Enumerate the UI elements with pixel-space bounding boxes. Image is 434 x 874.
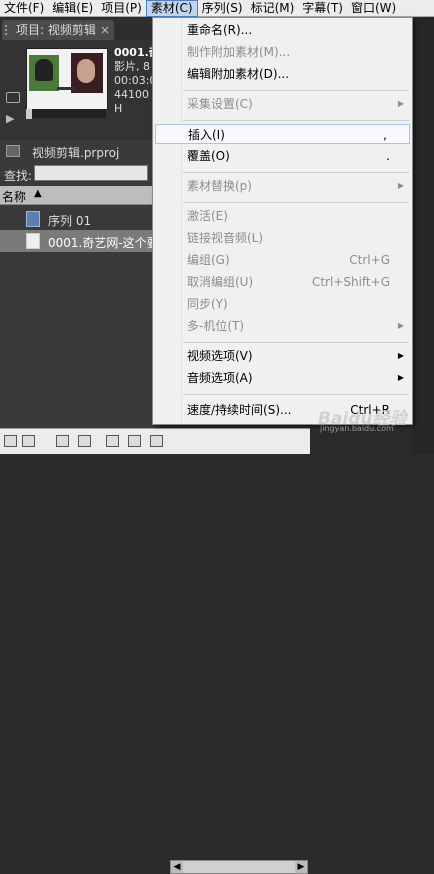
menu-item-label: 采集设置(C): [187, 97, 253, 111]
menu-bar: 文件(F) 编辑(E) 项目(P) 素材(C) 序列(S) 标记(M) 字幕(T…: [0, 0, 434, 17]
menu-item-label: 素材替换(p): [187, 179, 252, 193]
grip-icon[interactable]: [5, 25, 13, 35]
menu-separator: [183, 120, 409, 121]
menu-clip[interactable]: 素材(C): [145, 0, 198, 17]
list-item-label: 序列 01: [48, 214, 92, 228]
preview-scrubber[interactable]: [26, 109, 106, 119]
icon-view-icon[interactable]: [22, 435, 35, 447]
horizontal-scrollbar[interactable]: ◀ ▶: [170, 860, 308, 874]
list-view-icon[interactable]: [4, 435, 17, 447]
triangle-right-icon: ▶: [397, 321, 404, 330]
project-tab-title: 项目: 视频剪辑: [16, 23, 96, 37]
project-file-icon: [6, 145, 20, 157]
new-item-icon[interactable]: [128, 435, 141, 447]
project-panel: 项目: 视频剪辑 × ▶ 0001.奇 影片, 8 00:03:0 44100 …: [0, 18, 160, 454]
list-item[interactable]: 序列 01: [0, 208, 160, 230]
find-row: 查找:: [0, 164, 160, 184]
menu-separator: [183, 90, 409, 91]
project-file-row: 视频剪辑.prproj: [0, 142, 160, 162]
menu-file[interactable]: 文件(F): [0, 0, 48, 17]
menu-item-make-subclip[interactable]: 制作附加素材(M)...: [153, 42, 412, 62]
menu-item-label: 编辑附加素材(D)...: [187, 67, 290, 81]
triangle-right-icon: ▶: [397, 181, 404, 190]
menu-sequence[interactable]: 序列(S): [198, 0, 247, 17]
clip-thumbnail: [26, 48, 108, 110]
menu-item-label: 重命名(R)...: [187, 23, 253, 37]
menu-separator: [183, 394, 409, 395]
menu-item-capture-settings[interactable]: 采集设置(C) ▶: [153, 94, 412, 114]
menu-item-label: 编组(G): [187, 253, 230, 267]
clip-preview: ▶ 0001.奇 影片, 8 00:03:0 44100 H: [0, 40, 160, 140]
menu-item-audio-options[interactable]: 音频选项(A) ▶: [153, 368, 412, 388]
menu-project[interactable]: 项目(P): [97, 0, 146, 17]
name-column-header[interactable]: 名称: [2, 188, 26, 205]
menu-item-video-options[interactable]: 视频选项(V) ▶: [153, 346, 412, 366]
list-item[interactable]: 0001.奇艺网-这个要: [0, 230, 160, 252]
sequence-icon: [26, 211, 40, 227]
play-icon[interactable]: ▶: [6, 112, 14, 125]
poster-frame-icon[interactable]: [6, 92, 20, 103]
find-icon[interactable]: [78, 435, 91, 447]
new-bin-icon[interactable]: [106, 435, 119, 447]
menu-title[interactable]: 字幕(T): [298, 0, 347, 17]
menu-marker[interactable]: 标记(M): [247, 0, 299, 17]
menu-item-replace-footage[interactable]: 素材替换(p) ▶: [153, 176, 412, 196]
list-item-label: 0001.奇艺网-这个要: [48, 236, 159, 250]
menu-item-link[interactable]: 链接视音频(L): [153, 228, 412, 248]
menu-item-label: 链接视音频(L): [187, 231, 264, 245]
menu-item-label: 覆盖(O): [187, 149, 230, 163]
triangle-right-icon: ▶: [397, 351, 404, 360]
find-input[interactable]: [34, 165, 148, 181]
menu-item-label: 多-机位(T): [187, 319, 245, 333]
sort-ascending-icon: ▲: [34, 188, 42, 199]
menu-item-label: 音频选项(A): [187, 371, 253, 385]
menu-separator: [183, 342, 409, 343]
speaker-icon: [26, 233, 40, 249]
menu-item-label: 视频选项(V): [187, 349, 253, 363]
automate-to-sequence-icon[interactable]: [56, 435, 69, 447]
panel-tab-bar: 项目: 视频剪辑 ×: [0, 18, 160, 40]
trash-icon[interactable]: [150, 435, 163, 447]
menu-item-label: 同步(Y): [187, 297, 228, 311]
menu-item-shortcut: ,: [383, 128, 387, 142]
menu-window[interactable]: 窗口(W): [347, 0, 400, 17]
menu-item-shortcut: Ctrl+Shift+G: [311, 275, 390, 289]
baidu-watermark-url: jingyan.baidu.com: [320, 424, 394, 433]
menu-item-rename[interactable]: 重命名(R)...: [153, 20, 412, 40]
project-tab[interactable]: 项目: 视频剪辑 ×: [2, 20, 114, 40]
menu-item-edit-subclip[interactable]: 编辑附加素材(D)...: [153, 64, 412, 84]
scroll-left-icon[interactable]: ◀: [171, 861, 183, 873]
menu-separator: [183, 202, 409, 203]
menu-item-shortcut: .: [386, 149, 390, 163]
menu-item-enable[interactable]: 激活(E): [153, 206, 412, 226]
menu-item-shortcut: Ctrl+G: [349, 253, 390, 267]
menu-item-label: 取消编组(U): [187, 275, 254, 289]
menu-item-overlay[interactable]: 覆盖(O) .: [153, 146, 412, 166]
menu-item-label: 插入(I): [188, 128, 225, 142]
menu-item-insert[interactable]: 插入(I) ,: [155, 124, 410, 144]
project-file-name: 视频剪辑.prproj: [32, 146, 120, 160]
menu-separator: [183, 172, 409, 173]
menu-item-ungroup[interactable]: 取消编组(U) Ctrl+Shift+G: [153, 272, 412, 292]
menu-item-label: 制作附加素材(M)...: [187, 45, 291, 59]
find-label: 查找:: [4, 169, 33, 183]
close-icon[interactable]: ×: [100, 20, 110, 40]
triangle-right-icon: ▶: [397, 99, 404, 108]
triangle-right-icon: ▶: [397, 373, 404, 382]
column-header[interactable]: 名称 ▲: [0, 186, 160, 205]
clip-menu-dropdown: 重命名(R)... 制作附加素材(M)... 编辑附加素材(D)... 采集设置…: [152, 17, 413, 425]
menu-item-multi-camera[interactable]: 多-机位(T) ▶: [153, 316, 412, 336]
scroll-right-icon[interactable]: ▶: [295, 861, 307, 873]
menu-item-label: 速度/持续时间(S)...: [187, 403, 292, 417]
menu-edit[interactable]: 编辑(E): [48, 0, 97, 17]
project-panel-toolbar: ◀ ▶: [0, 428, 310, 874]
menu-item-group[interactable]: 编组(G) Ctrl+G: [153, 250, 412, 270]
menu-item-label: 激活(E): [187, 209, 228, 223]
menu-item-synchronize[interactable]: 同步(Y): [153, 294, 412, 314]
right-panel-edge: [412, 18, 434, 454]
